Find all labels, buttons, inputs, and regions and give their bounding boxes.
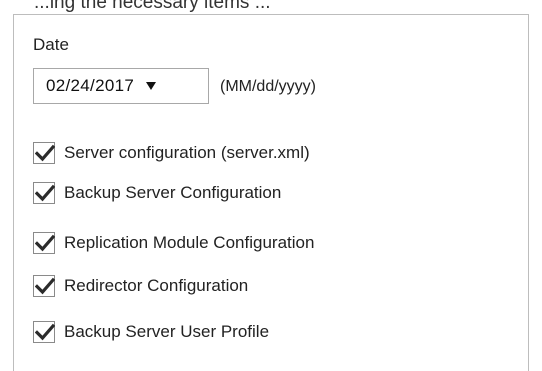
date-dropdown[interactable]: 02/24/2017 [33, 68, 209, 104]
option-backup-server-configuration[interactable]: Backup Server Configuration [33, 181, 281, 205]
checkbox[interactable] [33, 182, 55, 204]
date-value: 02/24/2017 [46, 76, 135, 95]
option-label: Backup Server User Profile [64, 322, 270, 341]
checkbox[interactable] [33, 232, 55, 254]
option-label: Backup Server Configuration [64, 183, 282, 202]
date-format-hint: (MM/dd/yyyy) [220, 78, 316, 95]
checkmark-icon [35, 234, 55, 252]
option-label: Server configuration (server.xml) [64, 143, 310, 162]
date-label: Date [33, 35, 69, 54]
option-replication-module-configuration[interactable]: Replication Module Configuration [33, 231, 314, 255]
backup-options-page: ...ing the necessary items ... Date 02/2… [0, 0, 542, 371]
option-label: Redirector Configuration [64, 276, 249, 295]
checkbox[interactable] [33, 321, 55, 343]
cropped-instruction-text: ...ing the necessary items ... [34, 0, 271, 13]
checkbox[interactable] [33, 275, 55, 297]
option-server-configuration[interactable]: Server configuration (server.xml) [33, 141, 310, 165]
checkmark-icon [35, 184, 55, 202]
option-label: Replication Module Configuration [64, 233, 315, 252]
option-backup-server-user-profile[interactable]: Backup Server User Profile [33, 320, 269, 344]
checkmark-icon [35, 323, 55, 341]
option-redirector-configuration[interactable]: Redirector Configuration [33, 274, 248, 298]
caret-down-icon [146, 82, 157, 90]
checkbox[interactable] [33, 142, 55, 164]
checkmark-icon [35, 277, 55, 295]
checkmark-icon [35, 144, 55, 162]
